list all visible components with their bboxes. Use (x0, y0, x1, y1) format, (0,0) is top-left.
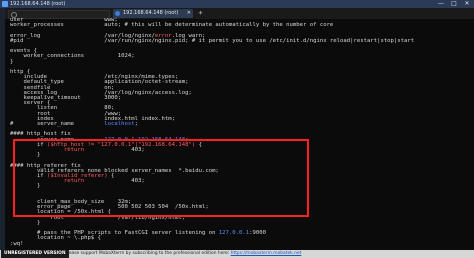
terminal-text: worker_processes auto; # this will be de… (10, 22, 334, 29)
terminal-text: # server_name (10, 121, 105, 127)
status-bar: UNREGISTERED VERSION - Please support Mo… (0, 250, 474, 258)
terminal-line: # server_name localhost; (10, 121, 138, 127)
terminal-text: localhost (104, 121, 135, 127)
terminal-text: } (10, 219, 41, 226)
maximize-button[interactable]: □ (449, 0, 459, 8)
terminal-text: ; (134, 121, 138, 127)
terminal-line: location ~ \.php$ { (10, 235, 101, 241)
terminal-text: location ~ \.php$ { (10, 235, 101, 242)
window-controls: — □ ✕ (436, 0, 472, 8)
terminal-text: :wq! (10, 240, 24, 247)
terminal-line: worker_processes auto; # this will be de… (10, 22, 333, 28)
status-link[interactable]: https://mobaxterm.mobatek.net (231, 251, 302, 256)
status-message-text: - Please support MobaXterm by subscribin… (62, 251, 231, 256)
new-tab-button[interactable]: + (196, 9, 205, 18)
tab-label: 192.168.64.148 (root) (123, 10, 179, 16)
terminal-text: worker_connections 1024; (10, 53, 135, 60)
terminal-text: 127.0.0.1 (218, 230, 250, 237)
unregistered-badge: UNREGISTERED VERSION (1, 250, 69, 258)
highlight-box (13, 139, 309, 217)
close-window-button[interactable]: ✕ (462, 0, 472, 8)
terminal-icon (2, 1, 8, 7)
session-icon (115, 11, 120, 16)
minimize-button[interactable]: — (436, 0, 446, 8)
title-bar: 192.168.64.148 (root) — □ ✕ (0, 0, 474, 8)
terminal-line: :wq! (10, 241, 23, 247)
close-tab-button[interactable]: ✕ (187, 9, 191, 18)
terminal-text: #pid /var/run/nginx/nginx.pid; # it perm… (10, 37, 415, 44)
status-message: - Please support MobaXterm by subscribin… (62, 250, 301, 258)
tab-session[interactable]: 192.168.64.148 (root) ✕ (113, 9, 193, 18)
terminal-line: } (10, 59, 13, 65)
terminal-line: } (10, 220, 40, 226)
terminal-line: worker_connections 1024; (10, 53, 135, 60)
window-title: 192.168.64.148 (root) (10, 1, 66, 7)
terminal-text: } (10, 58, 14, 65)
terminal-text: :9000 (249, 230, 266, 237)
terminal-area[interactable]: user www; worker_processes auto; # this w… (5, 17, 474, 250)
terminal-line: #pid /var/run/nginx/nginx.pid; # it perm… (10, 38, 414, 44)
